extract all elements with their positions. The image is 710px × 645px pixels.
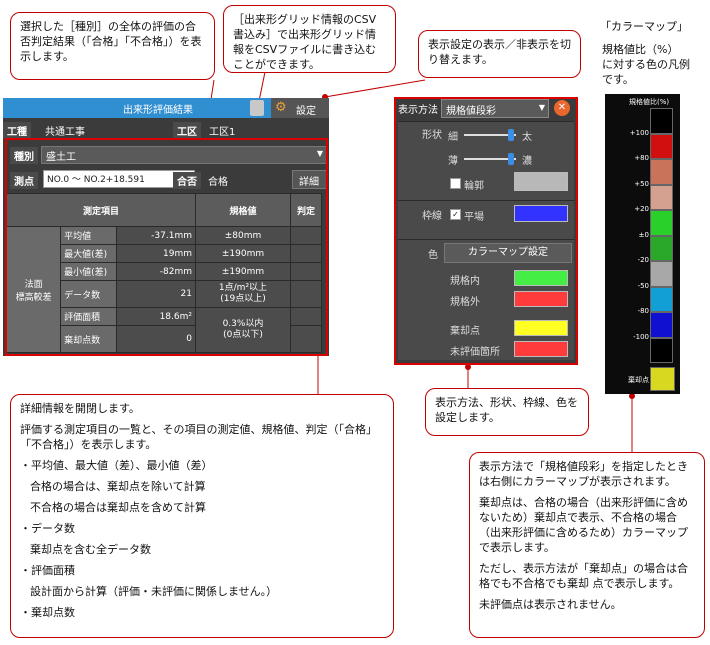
colormap-tick-label: +100 [629,128,649,137]
gear-icon: ⚙ [275,100,287,115]
colormap-tick-label: ±0 [638,230,649,239]
colormap-cell [650,210,673,236]
callout-judge: 選択した［種別］の全体の評価の合否判定結果（「合格」「不合格」）を表示します。 [10,12,215,80]
detail-line-3: ・平均値、最大値（差）、最小値（差） [20,459,213,472]
detail-line-10: ・棄却点数 [20,606,75,619]
settings-button[interactable]: ⚙ 設定 [271,98,329,118]
koshu-label: 工種 [3,122,31,139]
colormap-note-3: ただし、表示方法が「棄却点」の場合は合格でも不合格でも棄却 点で表示します。 [479,562,688,590]
detail-line-5: 不合格の場合は棄却点を含めて計算 [30,501,206,514]
colormap-cell [650,159,673,185]
colormap-tick-label: -100 [633,332,649,341]
panel-title: 出来形評価結果 [123,105,193,116]
koshu-row: 工種 共通工事 工区 工区1 [3,121,329,139]
colormap-header: 規格値比(%) [629,98,670,106]
detail-line-8: ・評価面積 [20,564,75,577]
colormap-cell [650,133,673,159]
colormap-cell [650,108,673,134]
settings-label: 設定 [296,106,316,117]
callout-detail: 詳細情報を開閉します。 評価する測定項目の一覧と、その項目の測定値、規格値、判定… [10,394,394,638]
highlight-panel-body [5,138,328,356]
detail-line-4: 合格の場合は、棄却点を除いて計算 [30,480,206,493]
detail-line-7: 棄却点を含む全データ数 [30,543,151,556]
koshu-value: 共通工事 [45,127,85,138]
callout-settings-text: 表示方法、形状、枠線、色を設定します。 [435,396,578,424]
colormap-cell [650,184,673,210]
ku-label: 工区 [173,122,201,139]
ku-value: 工区1 [209,127,236,138]
callout-colormap-note: 表示方法で「規格値段彩」を指定したときは右側にカラーマップが表示されます。 棄却… [469,452,705,638]
csv-export-icon[interactable] [250,100,264,116]
colormap-legend: 規格値比(%) +100 +80 +50 +20 ±0 -20 -50 -80 -100 棄却点 [605,94,680,394]
colormap-description: 規格値比（%） に対する色の凡例 です。 [602,43,690,86]
colormap-cell [650,261,673,287]
callout-judge-text: 選択した［種別］の全体の評価の合否判定結果（「合格」「不合格」）を表示します。 [20,20,202,63]
detail-line-9: 設計面から計算（評価・未評価に関係しません。） [30,585,278,598]
colormap-tick-label: -80 [637,307,649,315]
colormap-tick-label: -20 [637,256,649,264]
detail-line-2: 評価する測定項目の一覧と、その項目の測定値、規格値、判定（「合格」「不合格」）を… [20,423,378,451]
callout-csv-text: ［出来形グリッド情報のCSV書込み］で出来形グリッド情報をCSVファイルに書き込… [233,13,377,71]
colormap-cell [650,286,673,312]
colormap-title: 「カラーマップ」 [600,20,688,33]
callout-toggle: 表示設定の表示／非表示を切り替えます。 [418,30,581,78]
callout-settings: 表示方法、形状、枠線、色を設定します。 [425,388,589,436]
callout-csv: ［出来形グリッド情報のCSV書込み］で出来形グリッド情報をCSVファイルに書き込… [223,5,396,73]
colormap-cell [650,235,673,261]
colormap-cell [650,337,673,363]
colormap-rejected-label: 棄却点 [628,376,649,384]
colormap-rejected-swatch [650,367,675,391]
colormap-note-1: 表示方法で「規格値段彩」を指定したときは右側にカラーマップが表示されます。 [479,460,688,488]
colormap-tick-label: -50 [637,281,649,290]
colormap-tick-label: +50 [634,179,649,188]
callout-toggle-text: 表示設定の表示／非表示を切り替えます。 [428,38,571,66]
colormap-note-2: 棄却点は、合格の場合（出来形評価に含めないため）棄却点で表示、不合格の場合（出来… [479,496,688,554]
colormap-note-4: 未評価点は表示されません。 [479,598,622,611]
panel-titlebar: 出来形評価結果 ⚙ 設定 [3,98,329,118]
detail-line-1: 詳細情報を開閉します。 [20,402,140,415]
colormap-cell [650,312,673,338]
colormap-tick-label: +80 [634,154,649,162]
highlight-display-settings [394,97,578,365]
detail-line-6: ・データ数 [20,522,75,535]
colormap-tick-label: +20 [634,205,649,213]
